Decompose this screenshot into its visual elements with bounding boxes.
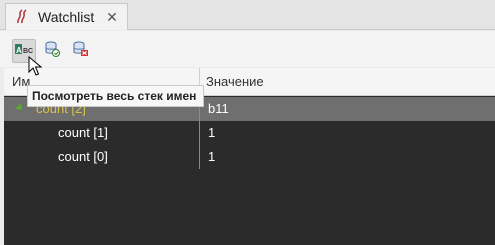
database-refresh-icon [43,40,61,63]
row-value: 1 [208,149,216,164]
row-name: count [0] [58,149,108,164]
toolbar: A BC [0,31,495,67]
table-row[interactable]: count [0] 1 [4,145,495,169]
close-icon[interactable]: ✕ [105,9,119,25]
expand-triangle-icon[interactable] [15,103,25,113]
row-value: b11 [208,101,229,116]
row-value: 1 [208,125,216,140]
delete-database-button[interactable] [68,39,92,63]
tab-label: Watchlist [38,9,95,25]
tab-bar: Watchlist ✕ [0,0,495,30]
svg-text:BC: BC [23,48,33,55]
tooltip: Посмотреть весь стек имен [27,85,204,107]
refresh-database-button[interactable] [40,39,64,63]
tab-watchlist[interactable]: Watchlist ✕ [5,3,128,30]
database-delete-icon [71,40,89,63]
column-header-value[interactable]: Значение [206,74,264,89]
watchlist-icon [14,9,30,25]
row-name: count [1] [58,125,108,140]
svg-text:A: A [16,46,22,55]
table-row[interactable]: count [1] 1 [4,121,495,145]
mouse-cursor-icon [28,55,43,81]
